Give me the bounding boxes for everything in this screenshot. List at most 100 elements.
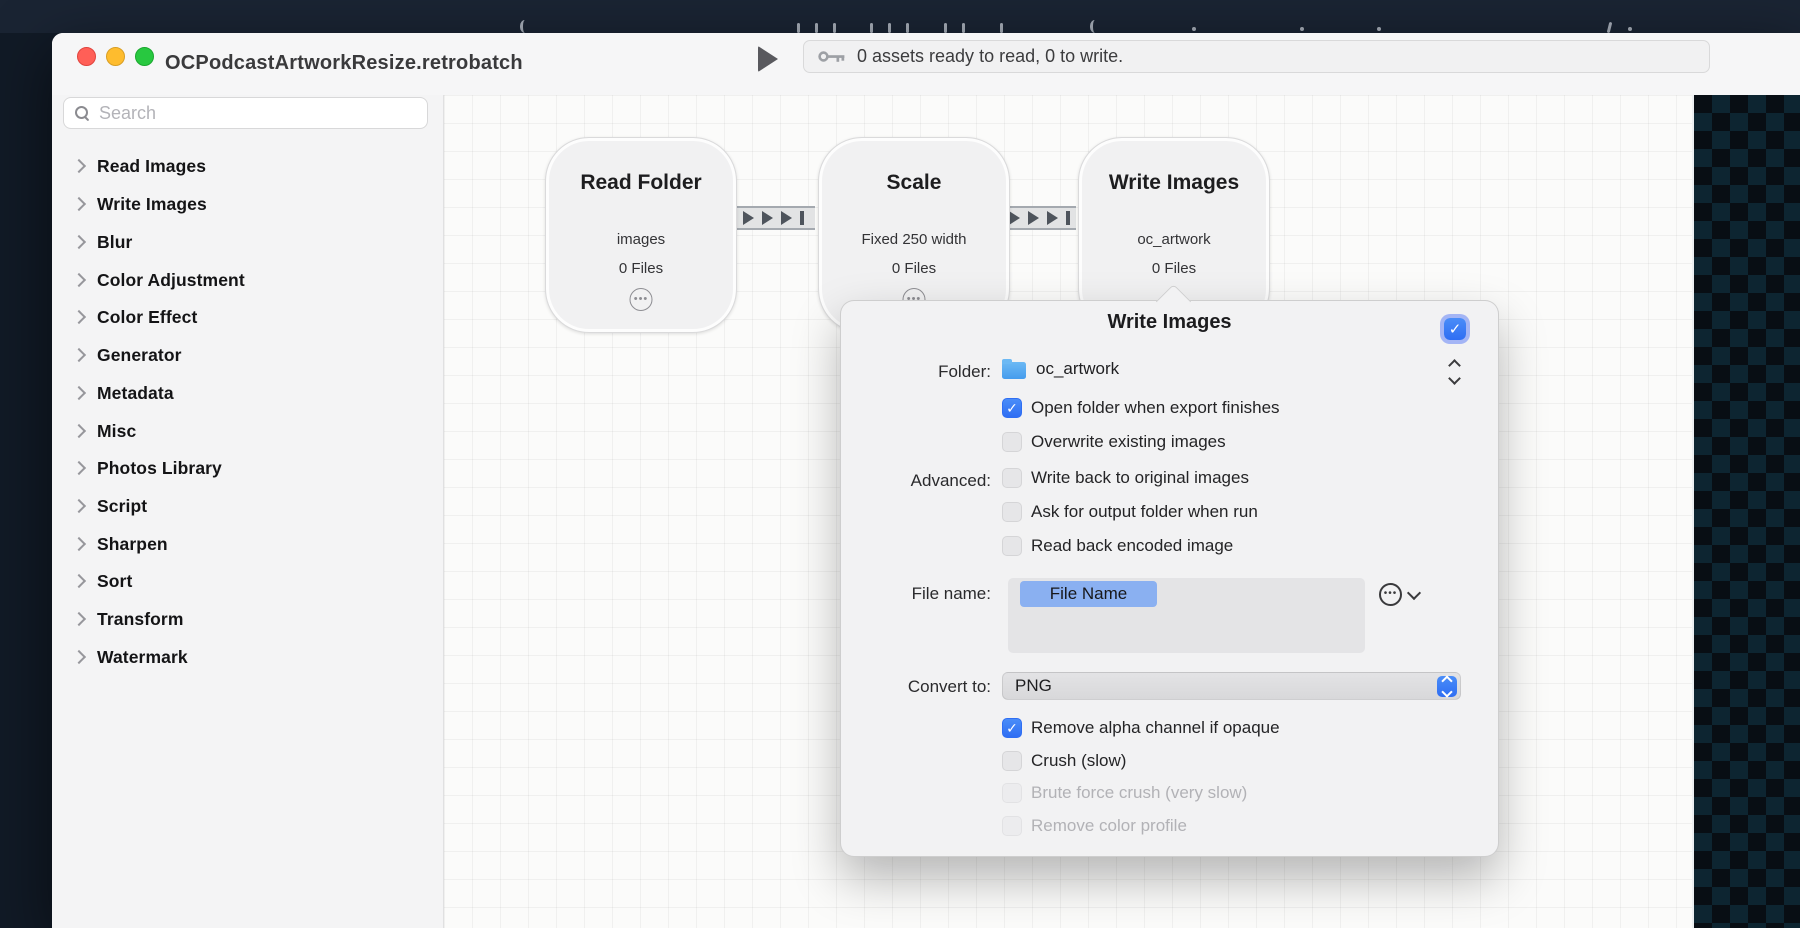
sidebar-item-write-images[interactable]: Write Images (52, 185, 443, 223)
chevron-up-icon (1448, 359, 1461, 372)
sidebar-item-blur[interactable]: Blur (52, 223, 443, 261)
clipped-glyph-fragment (833, 23, 836, 33)
sidebar-item-script[interactable]: Script (52, 487, 443, 525)
clipped-glyph-fragment (1192, 27, 1196, 31)
checkbox-icon: ✓ (1002, 783, 1022, 803)
sidebar-item-read-images[interactable]: Read Images (52, 147, 443, 185)
checkbox-icon: ✓ (1002, 816, 1022, 836)
clipped-glyph-fragment (906, 23, 909, 33)
sidebar-item-generator[interactable]: Generator (52, 336, 443, 374)
checkbox-overwrite-existing[interactable]: ✓ Overwrite existing images (1002, 432, 1226, 452)
sidebar-item-watermark[interactable]: Watermark (52, 638, 443, 676)
chevron-right-icon (72, 348, 86, 362)
advanced-label: Advanced: (841, 471, 991, 491)
sidebar-item-photos-library[interactable]: Photos Library (52, 449, 443, 487)
checkbox-crush[interactable]: ✓ Crush (slow) (1002, 751, 1126, 771)
checkbox-icon: ✓ (1002, 718, 1022, 738)
search-icon (74, 105, 90, 121)
chevron-down-icon (1448, 372, 1461, 385)
flow-arrow-icon (762, 211, 773, 225)
node-subtitle: images (546, 231, 736, 248)
minimize-window-button[interactable] (106, 47, 125, 66)
clipped-glyph-fragment (1300, 27, 1304, 31)
zoom-window-button[interactable] (135, 47, 154, 66)
node-file-count: 0 Files (546, 260, 736, 277)
file-name-token-menu-button[interactable]: ••• (1379, 583, 1419, 606)
workflow-canvas[interactable]: Read Folder images 0 Files ••• Scale Fix… (444, 95, 1692, 928)
popup-stepper-icon (1437, 676, 1457, 697)
sidebar-item-sort[interactable]: Sort (52, 562, 443, 600)
popover-title: Write Images (841, 311, 1498, 334)
folder-icon (1002, 362, 1026, 379)
sidebar-item-color-effect[interactable]: Color Effect (52, 298, 443, 336)
checkbox-ask-output-folder[interactable]: ✓ Ask for output folder when run (1002, 502, 1258, 522)
folder-value-row[interactable]: oc_artwork (1002, 359, 1119, 379)
checkbox-icon: ✓ (1002, 502, 1022, 522)
clipped-glyph-fragment (1000, 23, 1003, 33)
clipped-glyph-fragment (962, 23, 965, 33)
chevron-right-icon (72, 499, 86, 513)
chevron-right-icon (72, 273, 86, 287)
flow-end-bar (800, 211, 804, 225)
chevron-right-icon (72, 537, 86, 551)
chevron-right-icon (72, 424, 86, 438)
sidebar-item-color-adjustment[interactable]: Color Adjustment (52, 261, 443, 299)
convert-format-popup[interactable]: PNG (1002, 672, 1461, 700)
chevron-right-icon (72, 612, 86, 626)
sidebar-item-sharpen[interactable]: Sharpen (52, 525, 443, 563)
status-text: 0 assets ready to read, 0 to write. (857, 46, 1123, 67)
check-icon: ✓ (1449, 322, 1462, 337)
search-placeholder: Search (99, 103, 156, 124)
file-name-label: File name: (841, 584, 991, 604)
search-input[interactable]: Search (63, 97, 428, 129)
background-top-strip (0, 0, 1800, 33)
chevron-right-icon (72, 235, 86, 249)
checkerboard-background (1692, 95, 1800, 928)
flow-arrow-icon (743, 211, 754, 225)
chevron-right-icon (72, 197, 86, 211)
flow-arrow-icon (1009, 211, 1020, 225)
clipped-glyph-fragment (1377, 27, 1381, 31)
sidebar-item-misc[interactable]: Misc (52, 412, 443, 450)
clipped-glyph-fragment (1628, 27, 1632, 31)
connector-scale-to-write (1003, 206, 1076, 230)
run-workflow-button[interactable] (758, 46, 784, 72)
flow-arrow-icon (781, 211, 792, 225)
node-title: Scale (819, 171, 1009, 195)
folder-value: oc_artwork (1036, 359, 1119, 379)
titlebar: OCPodcastArtworkResize.retrobatch 0 asse… (52, 33, 1800, 96)
node-file-count: 0 Files (819, 260, 1009, 277)
node-options-button[interactable]: ••• (630, 288, 653, 311)
chevron-right-icon (72, 461, 86, 475)
window-content: Search Read Images Write Images Blur Col… (52, 95, 1800, 928)
clipped-glyph-fragment (815, 23, 818, 33)
clipped-glyph-fragment (944, 23, 947, 33)
sidebar-item-metadata[interactable]: Metadata (52, 374, 443, 412)
chevron-right-icon (72, 574, 86, 588)
retrobatch-window: OCPodcastArtworkResize.retrobatch 0 asse… (52, 33, 1800, 928)
close-window-button[interactable] (77, 47, 96, 66)
node-title: Read Folder (546, 171, 736, 195)
checkbox-remove-color-profile: ✓ Remove color profile (1002, 816, 1187, 836)
file-name-template-field[interactable]: File Name (1008, 578, 1365, 653)
play-icon (758, 46, 778, 72)
checkbox-read-back-encoded[interactable]: ✓ Read back encoded image (1002, 536, 1233, 556)
ellipsis-circle-icon: ••• (1379, 583, 1402, 606)
checkbox-write-back-original[interactable]: ✓ Write back to original images (1002, 468, 1249, 488)
checkbox-icon: ✓ (1002, 468, 1022, 488)
checkbox-remove-alpha[interactable]: ✓ Remove alpha channel if opaque (1002, 718, 1280, 738)
checkbox-open-folder[interactable]: ✓ Open folder when export finishes (1002, 398, 1280, 418)
file-name-token[interactable]: File Name (1020, 581, 1157, 607)
status-field: 0 assets ready to read, 0 to write. (803, 40, 1710, 73)
clipped-glyph-fragment (1090, 20, 1100, 33)
node-title: Write Images (1079, 171, 1269, 195)
node-enabled-checkbox[interactable]: ✓ (1444, 318, 1466, 340)
node-read-folder[interactable]: Read Folder images 0 Files ••• (545, 137, 737, 333)
checkbox-brute-force-crush: ✓ Brute force crush (very slow) (1002, 783, 1247, 803)
folder-popup-stepper[interactable] (1445, 361, 1463, 383)
chevron-right-icon (72, 159, 86, 173)
assets-key-icon (818, 50, 845, 63)
clipped-glyph-fragment (870, 23, 873, 33)
sidebar-item-transform[interactable]: Transform (52, 600, 443, 638)
connector-read-to-scale (737, 206, 815, 230)
